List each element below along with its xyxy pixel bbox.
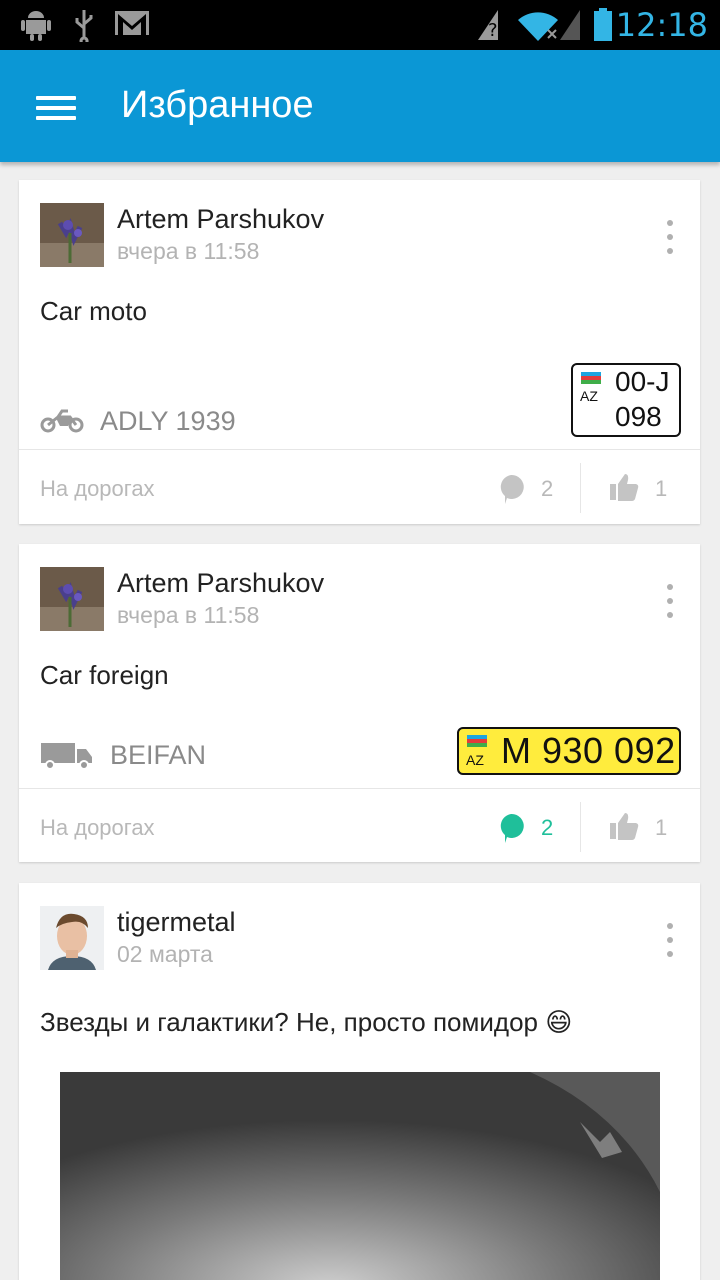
comment-count: 2 (541, 476, 554, 501)
status-bar: ? 12:18 (0, 0, 720, 50)
page-title: Избранное (121, 84, 314, 126)
app-bar: Избранное (0, 50, 720, 162)
hamburger-icon[interactable] (36, 96, 76, 120)
plate-line-1: 00-J (615, 366, 670, 397)
plate-line-2: 098 (615, 401, 662, 432)
azerbaijan-flag-icon (467, 735, 487, 747)
post-photo[interactable] (60, 1072, 660, 1280)
post-card[interactable]: Artem Parshukov вчера в 11:58 Car foreig… (19, 544, 700, 862)
comment-icon[interactable] (497, 812, 525, 844)
more-options-icon[interactable] (664, 584, 674, 618)
motorcycle-icon (40, 409, 84, 433)
post-author[interactable]: tigermetal (117, 907, 236, 938)
post-card[interactable]: Artem Parshukov вчера в 11:58 Car moto A… (19, 180, 700, 524)
comment-icon[interactable] (497, 473, 525, 505)
thumbs-up-icon[interactable] (609, 472, 639, 502)
avatar[interactable] (40, 906, 104, 970)
unknown-network-icon: ? (478, 10, 498, 41)
wifi-icon (518, 12, 558, 41)
gmail-icon (115, 11, 149, 35)
like-count: 1 (655, 476, 668, 501)
battery-icon (594, 8, 612, 41)
vehicle-name: BEIFAN (110, 740, 207, 770)
post-card[interactable]: tigermetal 02 марта Звезды и галактики? … (19, 883, 700, 1280)
like-count: 1 (655, 815, 668, 840)
comment-count: 2 (541, 815, 554, 840)
plate-country: AZ (580, 388, 598, 404)
android-icon (21, 11, 51, 41)
plate-number: M 930 092 (501, 730, 676, 771)
avatar[interactable] (40, 203, 104, 267)
signal-icon (560, 10, 580, 40)
post-category[interactable]: На дорогах (40, 815, 155, 841)
divider (580, 463, 581, 513)
divider (580, 802, 581, 852)
thumbs-up-icon[interactable] (609, 811, 639, 841)
status-clock: 12:18 (615, 6, 708, 44)
post-text: Car moto (40, 296, 147, 326)
post-text: Звезды и галактики? Не, просто помидор 😄 (40, 1007, 573, 1037)
avatar[interactable] (40, 567, 104, 631)
truck-icon (41, 743, 92, 770)
license-plate: AZ M 930 092 (457, 727, 681, 775)
post-text: Car foreign (40, 660, 169, 690)
plate-country: AZ (466, 752, 484, 768)
more-options-icon[interactable] (664, 220, 674, 254)
license-plate: AZ 00-J 098 (571, 363, 681, 437)
post-time: 02 марта (117, 941, 213, 967)
post-category[interactable]: На дорогах (40, 476, 155, 502)
post-time: вчера в 11:58 (117, 602, 260, 628)
divider (19, 788, 700, 789)
post-author[interactable]: Artem Parshukov (117, 568, 324, 599)
vehicle-name: ADLY 1939 (100, 406, 236, 436)
azerbaijan-flag-icon (581, 372, 601, 384)
usb-icon (75, 10, 93, 42)
more-options-icon[interactable] (664, 923, 674, 957)
divider (19, 449, 700, 450)
post-time: вчера в 11:58 (117, 238, 260, 264)
svg-text:?: ? (488, 20, 498, 41)
post-author[interactable]: Artem Parshukov (117, 204, 324, 235)
